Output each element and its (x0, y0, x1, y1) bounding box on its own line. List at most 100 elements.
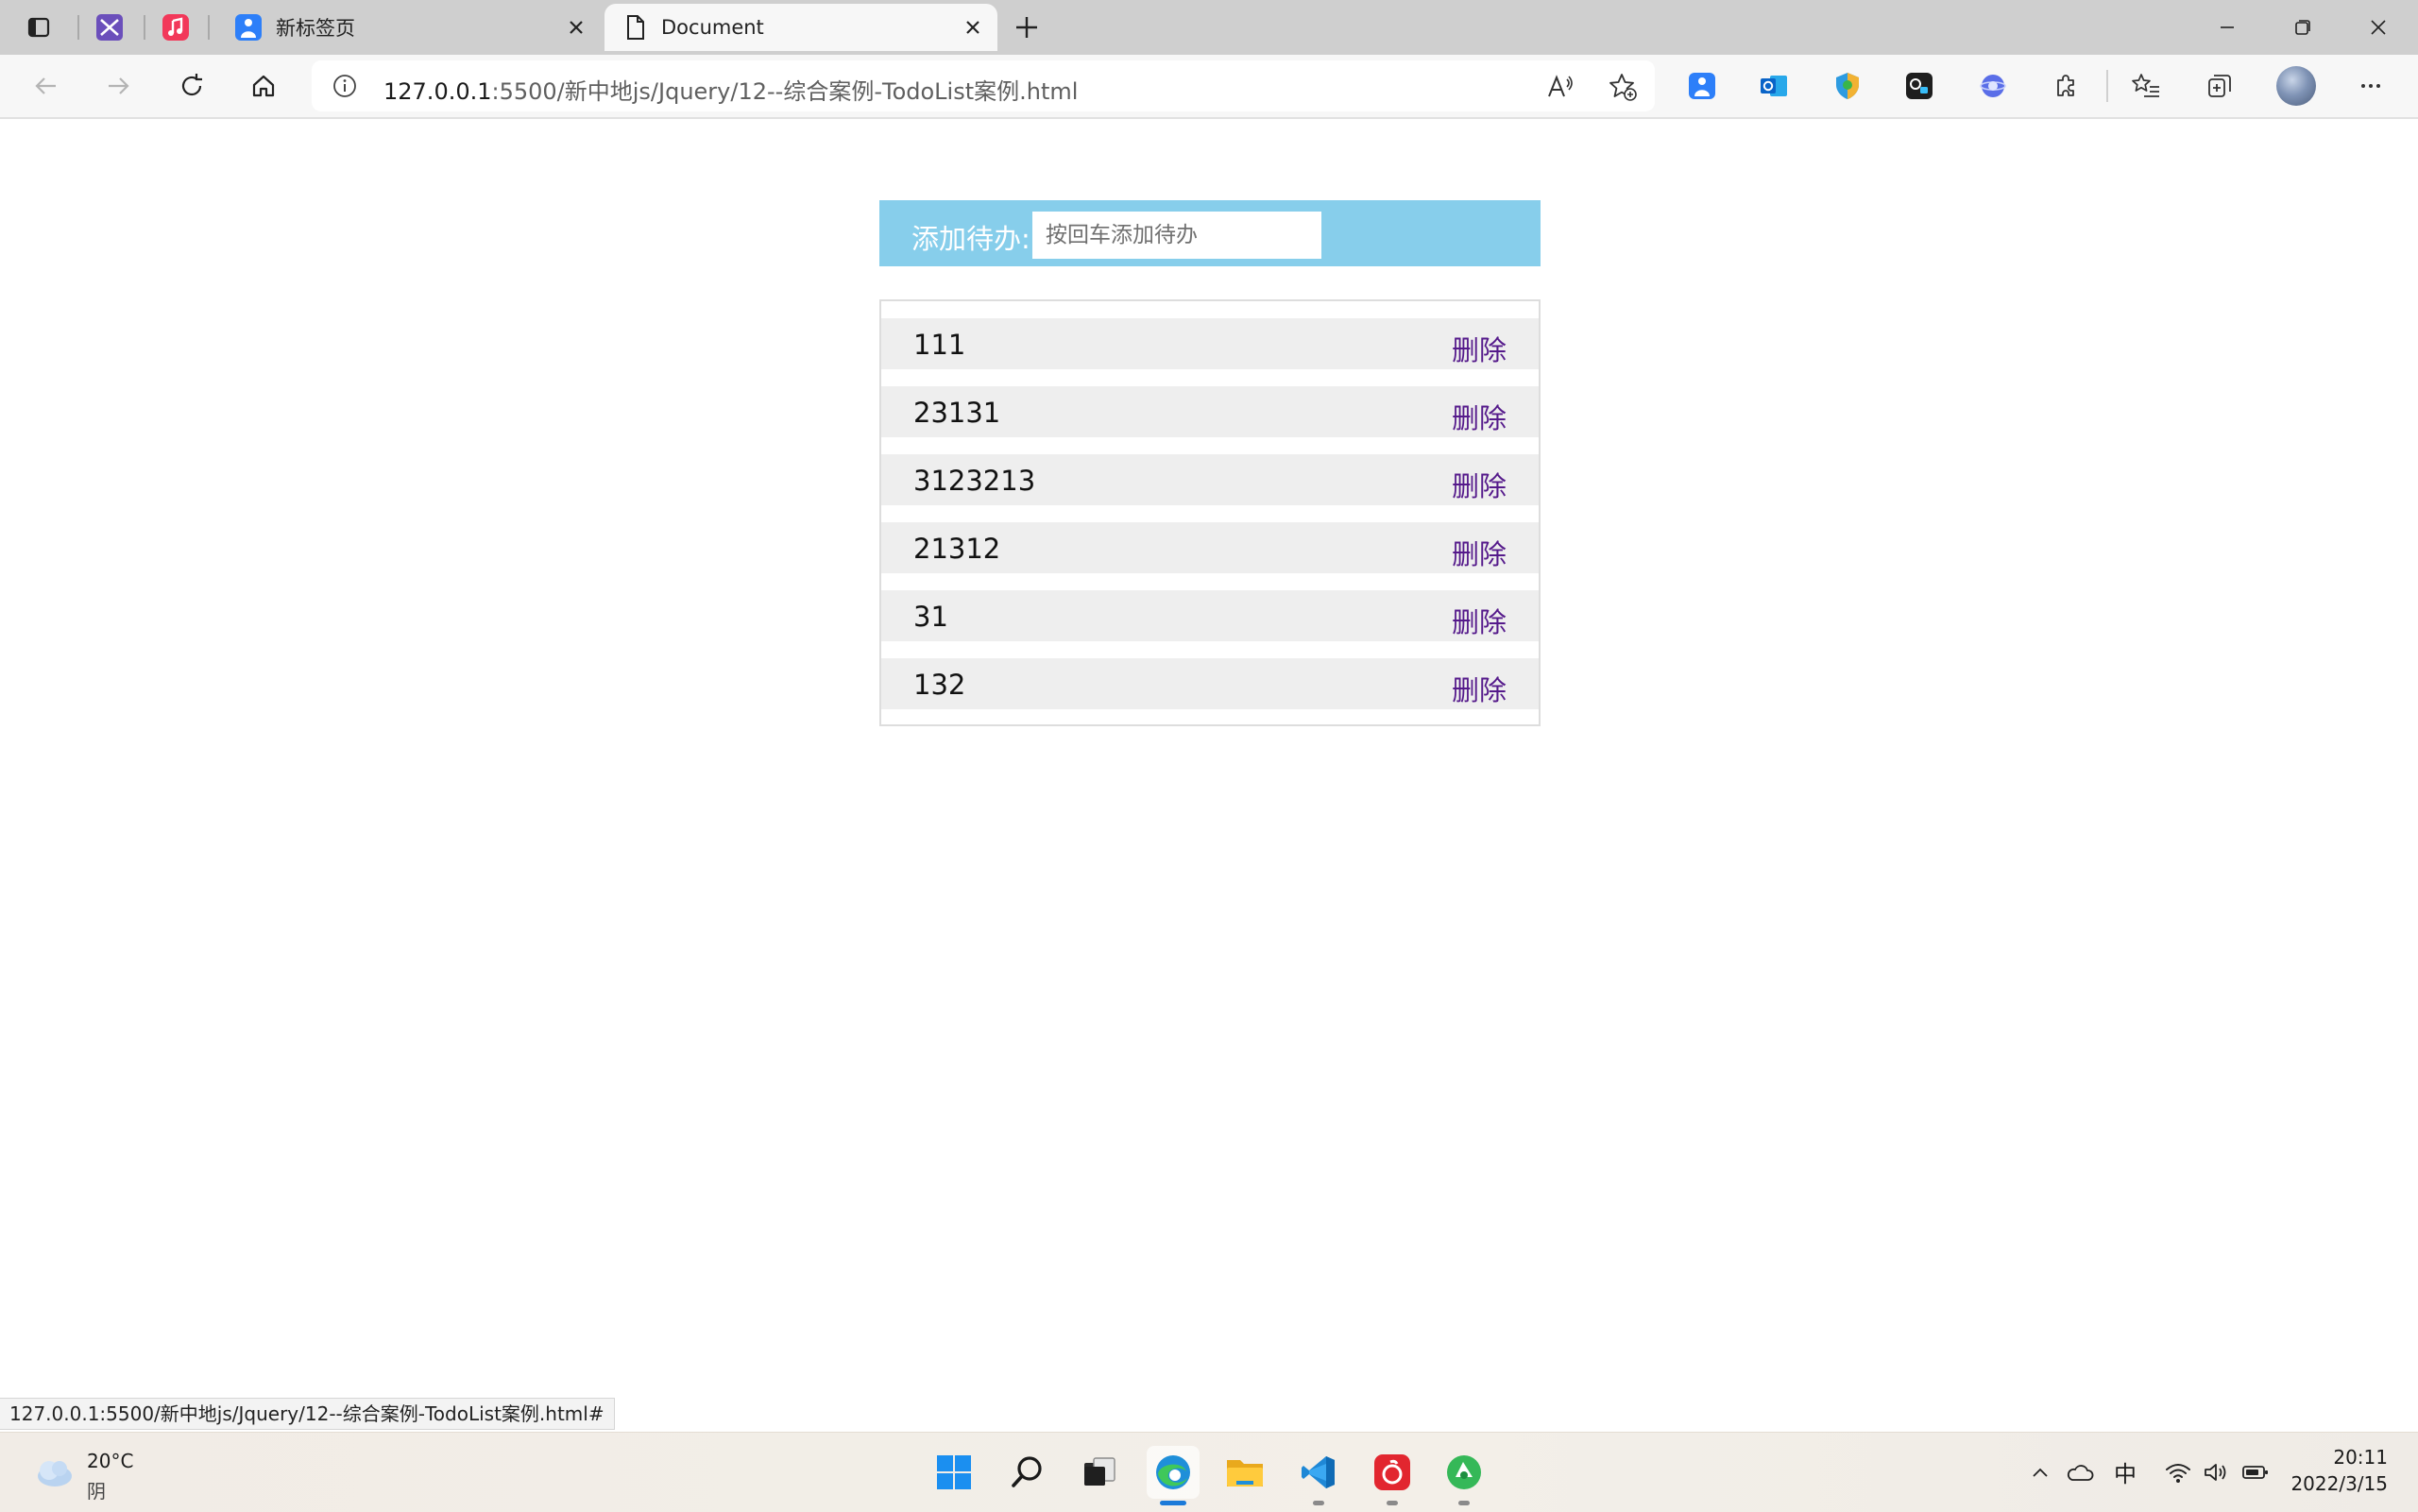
settings-more-button[interactable] (2352, 67, 2390, 105)
delete-link[interactable]: 删除 (1452, 533, 1507, 572)
new-tab-button[interactable] (1007, 9, 1047, 45)
tab-close-button[interactable] (960, 14, 986, 41)
task-view-button[interactable] (1073, 1446, 1126, 1499)
site-info-button[interactable] (331, 72, 359, 100)
todo-item-text: 3123213 (913, 465, 1036, 497)
refresh-icon (181, 74, 202, 96)
todo-item: 132 删除 (881, 658, 1539, 709)
link-status-bubble: 127.0.0.1:5500/新中地js/Jquery/12--综合案例-Tod… (0, 1398, 615, 1430)
pinned-tab-1[interactable] (90, 9, 129, 45)
minimize-icon (2221, 26, 2234, 28)
info-icon (333, 75, 356, 97)
running-app-indicator (1313, 1501, 1324, 1505)
address-bar[interactable]: 127.0.0.1:5500/新中地js/Jquery/12--综合案例-Tod… (312, 60, 1655, 111)
todo-input[interactable] (1032, 212, 1321, 259)
refresh-button[interactable] (166, 64, 217, 108)
music-app-icon (162, 14, 189, 41)
vscode-icon (1302, 1456, 1335, 1488)
tab-title: 新标签页 (276, 17, 355, 40)
weather-widget[interactable] (32, 1453, 76, 1491)
extension-dark[interactable] (1900, 67, 1938, 105)
back-button[interactable] (21, 64, 72, 108)
browser-toolbar: 127.0.0.1:5500/新中地js/Jquery/12--综合案例-Tod… (0, 55, 2418, 119)
extension-shield[interactable] (1829, 67, 1866, 105)
tab-document[interactable]: Document (604, 4, 997, 51)
search-button[interactable] (1001, 1446, 1054, 1499)
blue-person-icon (1689, 73, 1715, 99)
running-app-indicator (1458, 1501, 1470, 1505)
home-button[interactable] (238, 64, 289, 108)
todo-add-label: 添加待办: (911, 223, 1030, 255)
purple-app-icon (96, 14, 123, 41)
ime-indicator[interactable]: 中 (2114, 1455, 2137, 1488)
tab-title: Document (661, 16, 764, 39)
chevron-up-icon (2033, 1468, 2048, 1477)
todo-item-text: 132 (913, 669, 966, 701)
taskbar-green-app[interactable] (1438, 1446, 1490, 1499)
tab-separator (144, 15, 145, 40)
tab-separator (208, 15, 210, 40)
arrow-right-icon (109, 77, 129, 94)
todo-header: 添加待办: (879, 200, 1541, 266)
favorites-button[interactable] (2127, 67, 2165, 105)
battery-button[interactable] (2240, 1457, 2271, 1487)
extension-globe[interactable] (1974, 67, 2012, 105)
wifi-icon (2166, 1464, 2190, 1483)
delete-link[interactable]: 删除 (1452, 601, 1507, 640)
address-url[interactable]: 127.0.0.1:5500/新中地js/Jquery/12--综合案例-Tod… (383, 73, 1078, 106)
delete-link[interactable]: 删除 (1452, 397, 1507, 436)
tab-close-button[interactable] (563, 14, 589, 41)
close-icon (966, 21, 979, 34)
minimize-button[interactable] (2191, 8, 2263, 47)
collections-button[interactable] (2201, 67, 2239, 105)
onedrive-button[interactable] (2065, 1457, 2095, 1487)
edge-icon (1156, 1455, 1190, 1489)
taskbar-netease-music[interactable] (1366, 1446, 1419, 1499)
globe-badge-icon (1980, 75, 2006, 97)
folder-icon (1227, 1460, 1263, 1487)
more-icon (2361, 84, 2380, 88)
clock-date[interactable]: 2022/3/15 (2290, 1472, 2388, 1495)
active-app-indicator (1160, 1501, 1186, 1505)
delete-link[interactable]: 删除 (1452, 329, 1507, 368)
outlook-icon (1761, 76, 1787, 96)
search-icon (1012, 1456, 1042, 1487)
delete-link[interactable]: 删除 (1452, 465, 1507, 504)
blue-person-icon (235, 14, 262, 41)
close-window-button[interactable] (2342, 8, 2414, 47)
extension-person[interactable] (1683, 67, 1721, 105)
close-icon (570, 21, 583, 34)
profile-avatar[interactable] (2276, 66, 2316, 106)
extension-outlook[interactable] (1755, 67, 1793, 105)
forward-button[interactable] (93, 64, 144, 108)
wifi-button[interactable] (2163, 1457, 2193, 1487)
restore-button[interactable] (2267, 8, 2339, 47)
taskbar: 20°C 阴 中 20:11 2022/3/15 (0, 1432, 2418, 1512)
todo-item: 21312 删除 (881, 522, 1539, 573)
windows-logo-icon (937, 1455, 971, 1489)
start-button[interactable] (928, 1446, 980, 1499)
todo-item: 23131 删除 (881, 386, 1539, 437)
volume-button[interactable] (2201, 1457, 2231, 1487)
taskbar-edge[interactable] (1147, 1446, 1200, 1499)
delete-link[interactable]: 删除 (1452, 669, 1507, 708)
read-aloud-icon (1548, 75, 1573, 97)
taskbar-file-explorer[interactable] (1218, 1446, 1271, 1499)
tab-strip: 新标签页 Document (0, 0, 2418, 55)
document-icon (627, 15, 644, 40)
clock-time[interactable]: 20:11 (2333, 1446, 2388, 1469)
todo-item-text: 23131 (913, 397, 1001, 429)
taskbar-vscode[interactable] (1292, 1446, 1345, 1499)
pinned-tab-2[interactable] (156, 9, 196, 45)
show-hidden-icons-button[interactable] (2025, 1457, 2055, 1487)
todo-item: 111 删除 (881, 318, 1539, 369)
url-path: :5500/新中地js/Jquery/12--综合案例-TodoList案例.h… (491, 78, 1079, 105)
add-favorite-button[interactable] (1604, 68, 1642, 106)
todo-item-text: 21312 (913, 533, 1001, 565)
read-aloud-button[interactable] (1541, 68, 1579, 106)
extensions-button[interactable] (2048, 67, 2086, 105)
todo-item: 31 删除 (881, 590, 1539, 641)
todo-item-text: 31 (913, 601, 948, 633)
tab-new-tab[interactable]: 新标签页 (215, 4, 601, 51)
tab-actions-button[interactable] (19, 9, 59, 45)
